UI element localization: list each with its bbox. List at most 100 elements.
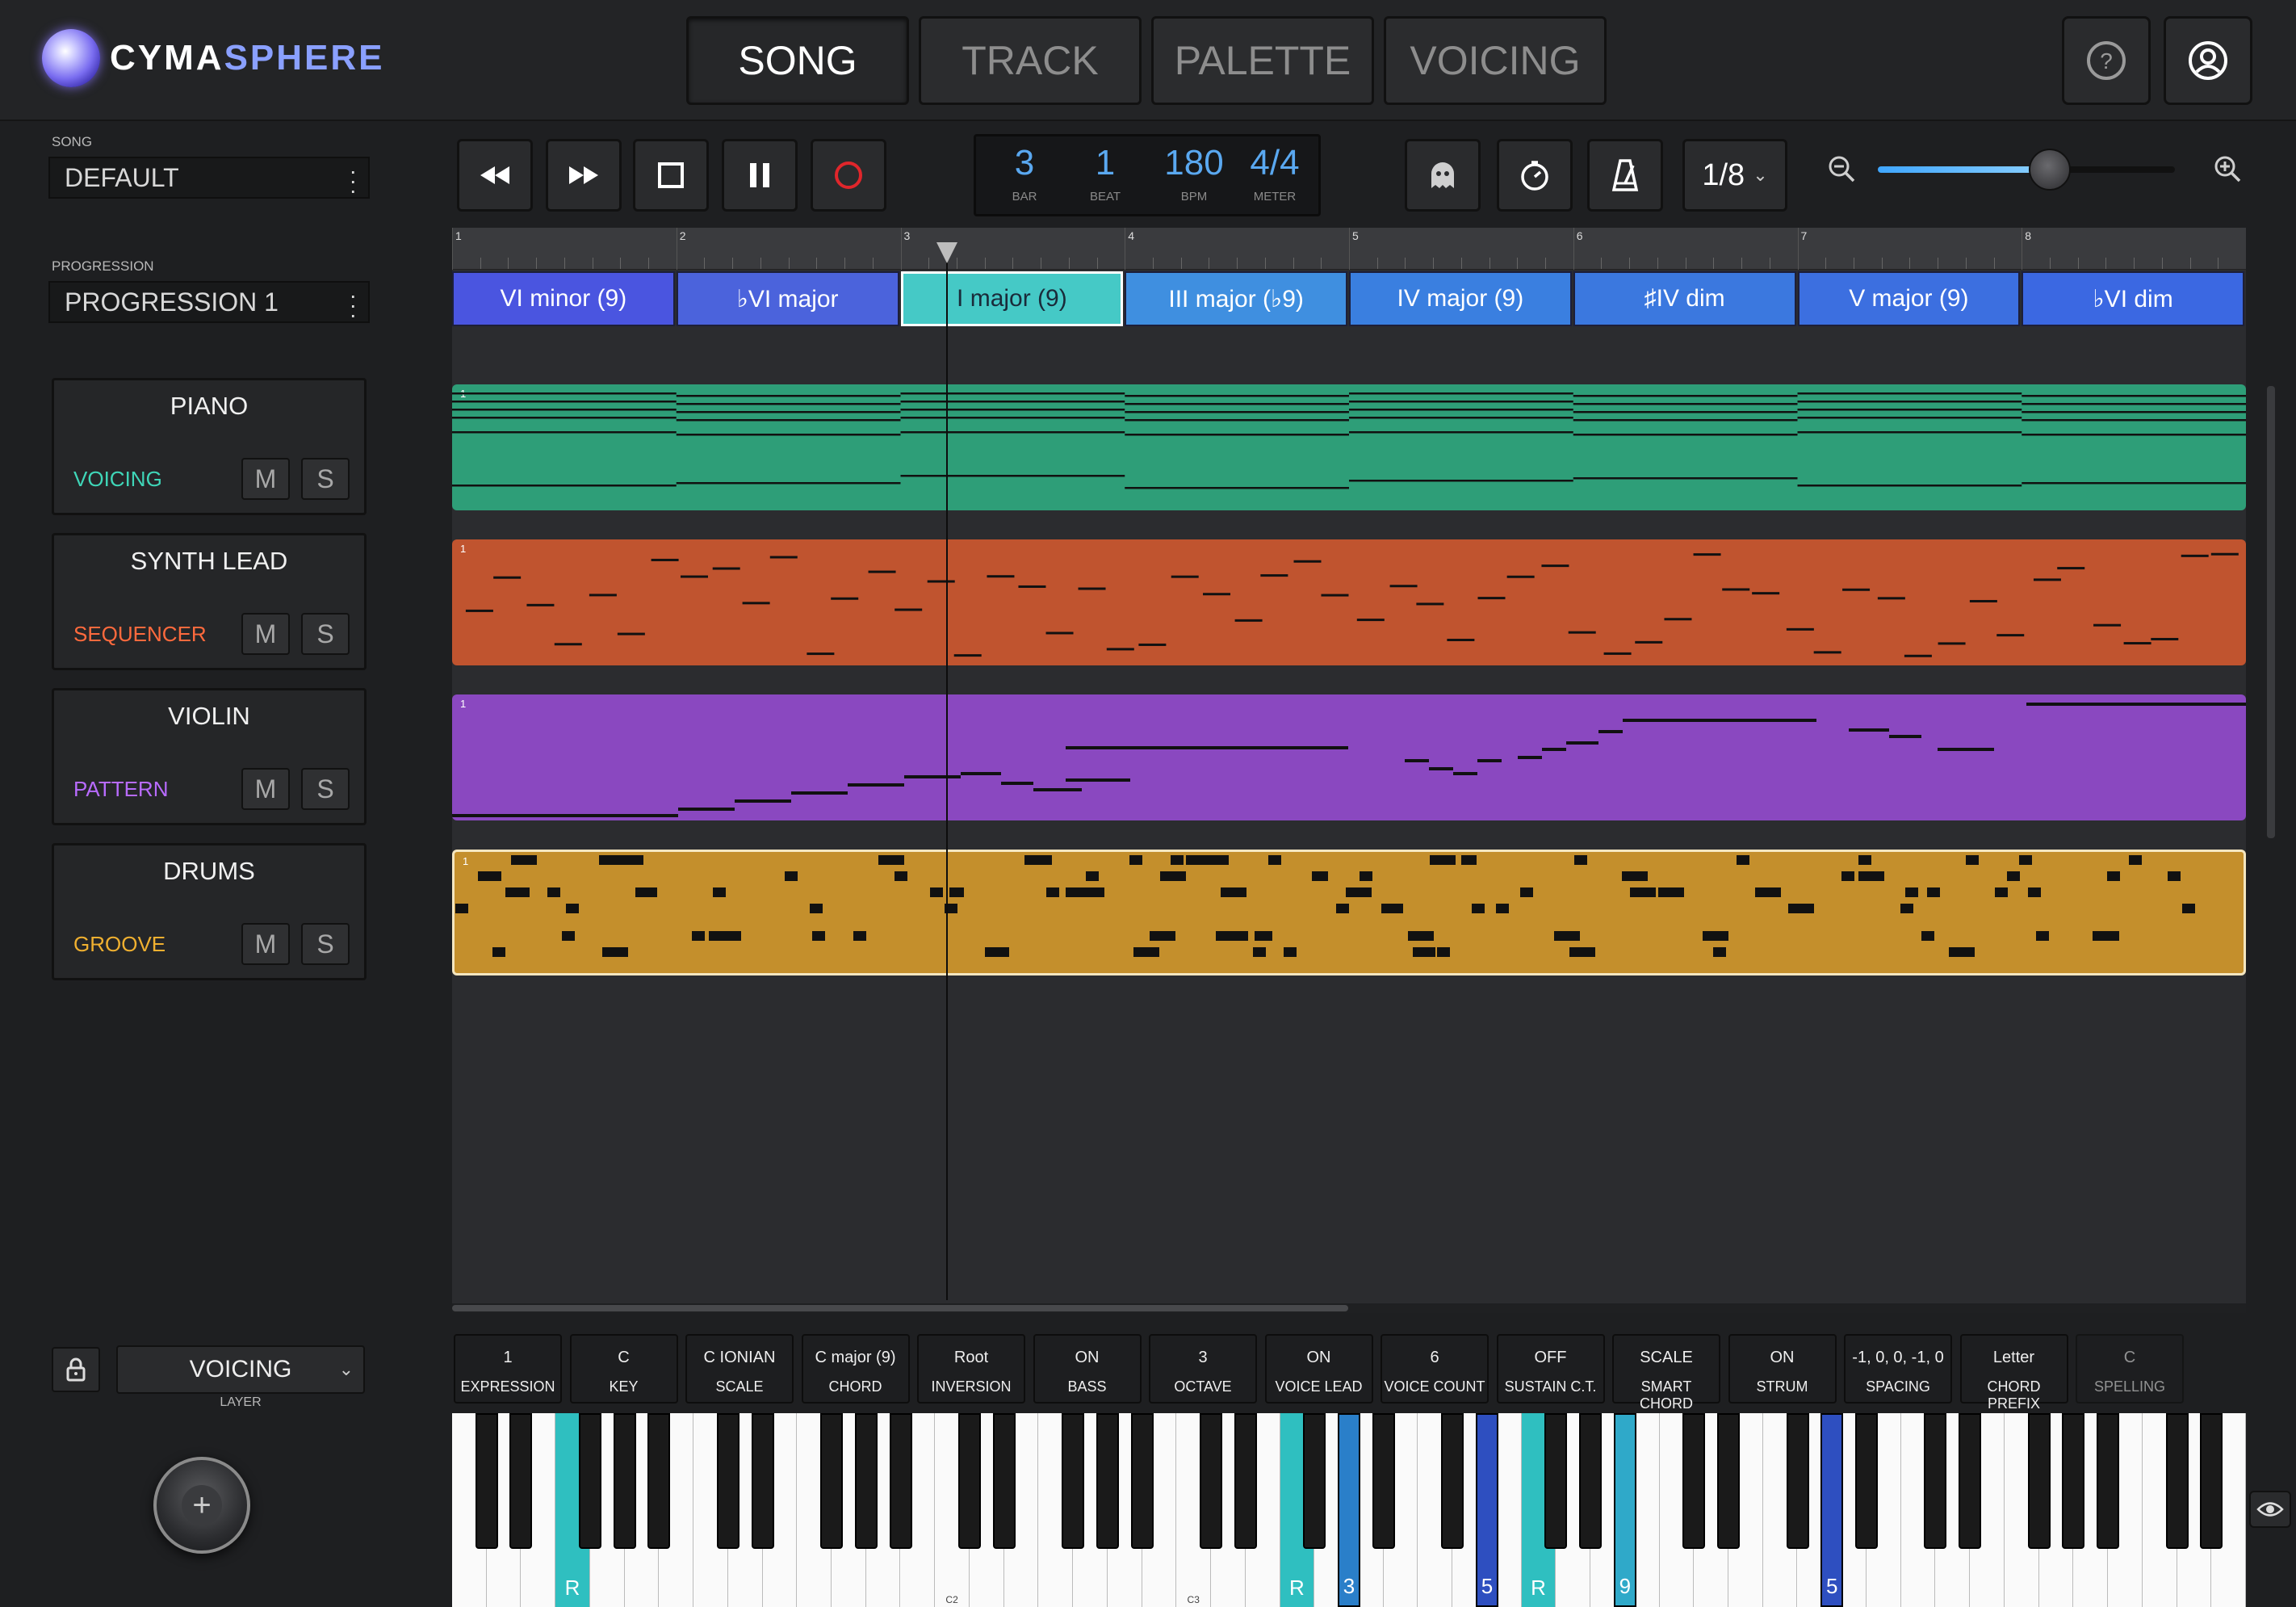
zoom-out-icon[interactable] — [1826, 153, 1858, 186]
metronome-button[interactable] — [1587, 139, 1663, 212]
track-mode[interactable]: VOICING — [73, 467, 162, 492]
track-card[interactable]: SYNTH LEAD SEQUENCER M S — [52, 533, 367, 670]
chord-block[interactable]: ♭VI dim — [2022, 271, 2244, 326]
black-key[interactable] — [1062, 1413, 1085, 1549]
track-card[interactable]: PIANO VOICING M S — [52, 378, 367, 515]
black-key[interactable] — [1303, 1413, 1326, 1549]
bpm-display[interactable]: 180 BPM — [1154, 143, 1234, 203]
black-key[interactable]: 5 — [1475, 1413, 1498, 1607]
black-key[interactable] — [2062, 1413, 2085, 1549]
zoom-slider[interactable] — [1878, 149, 2175, 191]
black-key[interactable] — [1096, 1413, 1119, 1549]
black-key[interactable] — [613, 1413, 636, 1549]
mute-button[interactable]: M — [241, 613, 290, 655]
track-card[interactable]: VIOLIN PATTERN M S — [52, 688, 367, 825]
chord-block[interactable]: III major (♭9) — [1125, 271, 1347, 326]
param-spacing[interactable]: -1, 0, 0, -1, 0 SPACING — [1844, 1334, 1952, 1404]
black-key[interactable]: 9 — [1613, 1413, 1636, 1607]
piano-keyboard[interactable]: R C2 C3 R R 3 5 9 5 — [452, 1413, 2246, 1607]
vertical-scrollbar[interactable] — [2267, 386, 2275, 838]
black-key[interactable] — [854, 1413, 878, 1549]
tab-song[interactable]: SONG — [686, 16, 909, 105]
timeline-ruler[interactable]: 1 2 3 4 5 6 7 8 — [452, 228, 2246, 270]
more-icon[interactable]: · · · — [350, 284, 357, 326]
chord-block[interactable]: VI minor (9) — [452, 271, 675, 326]
count-in-button[interactable] — [1497, 139, 1573, 212]
pause-button[interactable] — [722, 139, 798, 212]
black-key[interactable] — [1717, 1413, 1741, 1549]
param-bass[interactable]: ON BASS — [1033, 1334, 1142, 1404]
black-key[interactable] — [889, 1413, 912, 1549]
black-key[interactable] — [751, 1413, 774, 1549]
black-key[interactable] — [1579, 1413, 1603, 1549]
zoom-slider-thumb[interactable] — [2029, 149, 2072, 191]
solo-button[interactable]: S — [301, 458, 350, 500]
chord-block[interactable]: IV major (9) — [1349, 271, 1572, 326]
param-voice-lead[interactable]: ON VOICE LEAD — [1264, 1334, 1373, 1404]
solo-button[interactable]: S — [301, 768, 350, 810]
black-key[interactable] — [1234, 1413, 1257, 1549]
lane-piano[interactable]: 1 — [452, 384, 2246, 510]
horizontal-scrollbar[interactable] — [452, 1303, 2246, 1313]
tab-track[interactable]: TRACK — [919, 16, 1142, 105]
more-icon[interactable]: · · · — [350, 160, 357, 202]
black-key[interactable]: 5 — [1820, 1413, 1844, 1607]
black-key[interactable] — [1200, 1413, 1223, 1549]
layer-select[interactable]: VOICING ⌄ — [116, 1345, 365, 1394]
param-smart-chord[interactable]: SCALE SMART CHORD — [1612, 1334, 1720, 1412]
mute-button[interactable]: M — [241, 458, 290, 500]
black-key[interactable]: 3 — [1338, 1413, 1360, 1607]
account-button[interactable] — [2164, 16, 2252, 105]
param-sustain-c-t[interactable]: OFF SUSTAIN C.T. — [1496, 1334, 1605, 1404]
black-key[interactable] — [1441, 1413, 1464, 1549]
stop-button[interactable] — [633, 139, 709, 212]
solo-button[interactable]: S — [301, 923, 350, 965]
scrollbar-thumb[interactable] — [452, 1305, 1348, 1311]
black-key[interactable] — [1544, 1413, 1568, 1549]
param-octave[interactable]: 3 OCTAVE — [1149, 1334, 1257, 1404]
lane-drums[interactable]: 1 — [452, 850, 2246, 976]
track-card[interactable]: DRUMS GROOVE M S — [52, 843, 367, 980]
visibility-button[interactable] — [2249, 1491, 2291, 1528]
param-expression[interactable]: 1 EXPRESSION — [454, 1334, 562, 1404]
black-key[interactable] — [1959, 1413, 1982, 1549]
black-key[interactable] — [2027, 1413, 2051, 1549]
black-key[interactable] — [820, 1413, 844, 1549]
param-voice-count[interactable]: 6 VOICE COUNT — [1381, 1334, 1489, 1404]
lane-synth[interactable]: 1 — [452, 539, 2246, 665]
lane-violin[interactable]: 1 — [452, 694, 2246, 820]
solo-button[interactable]: S — [301, 613, 350, 655]
black-key[interactable] — [2200, 1413, 2223, 1549]
black-key[interactable] — [1924, 1413, 1947, 1549]
progression-select[interactable]: PROGRESSION 1 · · · — [48, 281, 370, 326]
black-key[interactable] — [1786, 1413, 1809, 1549]
black-key[interactable] — [1854, 1413, 1878, 1549]
grid-select[interactable]: 1/8 ⌄ — [1682, 139, 1787, 212]
param-scale[interactable]: C IONIAN SCALE — [685, 1334, 794, 1404]
param-chord[interactable]: C major (9) CHORD — [801, 1334, 910, 1404]
meter-display[interactable]: 4/4 METER — [1234, 143, 1315, 203]
param-key[interactable]: C KEY — [569, 1334, 678, 1404]
black-key[interactable] — [578, 1413, 601, 1549]
zoom-in-icon[interactable] — [2212, 153, 2244, 186]
record-button[interactable] — [811, 139, 886, 212]
track-mode[interactable]: SEQUENCER — [73, 622, 207, 647]
black-key[interactable] — [647, 1413, 671, 1549]
chord-block[interactable]: ♯IV dim — [1573, 271, 1796, 326]
param-spelling[interactable]: C SPELLING — [2076, 1334, 2184, 1404]
song-select[interactable]: DEFAULT · · · — [48, 157, 370, 202]
black-key[interactable] — [475, 1413, 498, 1549]
rewind-button[interactable] — [457, 139, 533, 212]
black-key[interactable] — [957, 1413, 981, 1549]
playhead-handle[interactable] — [936, 242, 957, 263]
chord-block[interactable]: I major (9) — [900, 271, 1124, 326]
mute-button[interactable]: M — [241, 923, 290, 965]
black-key[interactable] — [992, 1413, 1016, 1549]
mute-button[interactable]: M — [241, 768, 290, 810]
tab-voicing[interactable]: VOICING — [1384, 16, 1607, 105]
chord-block[interactable]: ♭VI major — [676, 271, 899, 326]
black-key[interactable] — [2165, 1413, 2189, 1549]
tab-palette[interactable]: PALETTE — [1151, 16, 1374, 105]
fast-forward-button[interactable] — [546, 139, 622, 212]
chord-block[interactable]: V major (9) — [1797, 271, 2021, 326]
